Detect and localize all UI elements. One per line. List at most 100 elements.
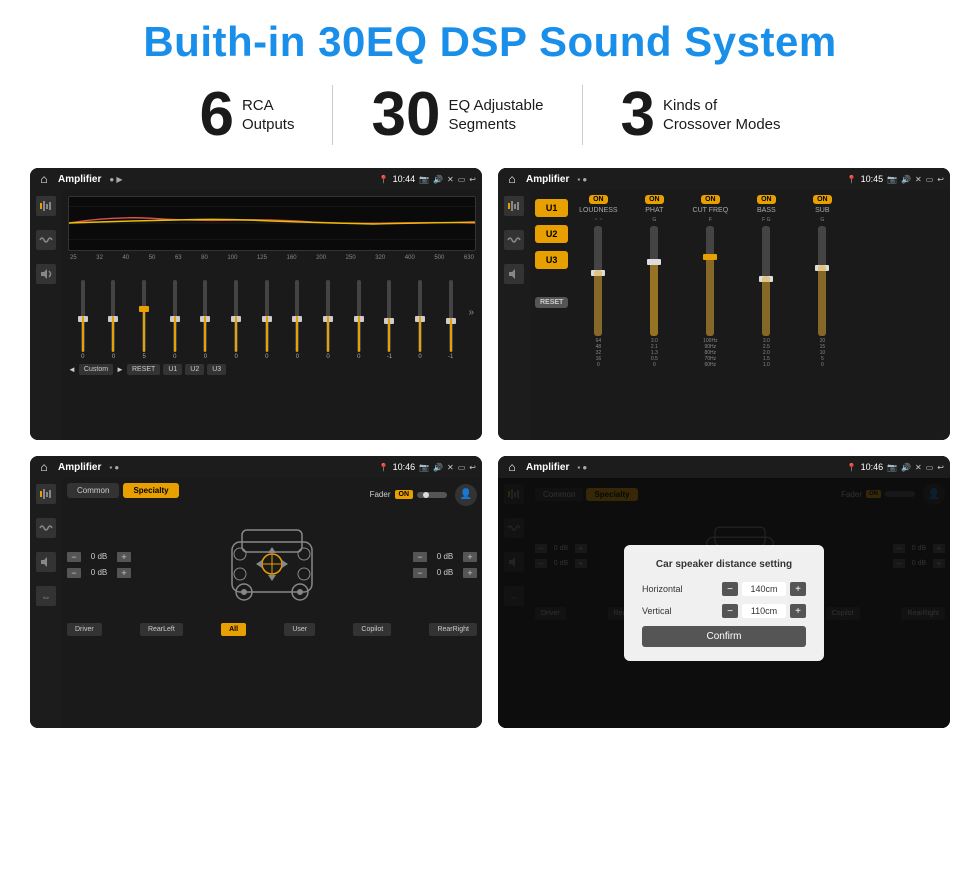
wave-icon-2[interactable]: [504, 230, 524, 250]
more-icon[interactable]: »: [469, 307, 475, 318]
eq-icon[interactable]: [36, 196, 56, 216]
cutfreq-on-badge[interactable]: ON: [701, 195, 720, 204]
custom-btn[interactable]: Custom: [79, 364, 113, 375]
back-icon-3[interactable]: ↩: [469, 463, 476, 472]
screen-amp: ⌂ Amplifier ▪ ● 📍 10:45 📷 🔊 ✕ ▭ ↩: [498, 168, 950, 440]
battery-icon-4: ▭: [926, 463, 934, 472]
eq-slider-6[interactable]: 0: [223, 280, 249, 360]
u3-button[interactable]: U3: [535, 251, 568, 269]
screen3-top-row: Common Specialty Fader ON 👤: [67, 483, 477, 506]
u3-btn[interactable]: U3: [207, 364, 226, 375]
reset-button[interactable]: RESET: [535, 297, 568, 308]
reset-btn[interactable]: RESET: [127, 364, 160, 375]
wave-icon[interactable]: [36, 230, 56, 250]
vertical-minus[interactable]: −: [722, 604, 738, 618]
vertical-plus[interactable]: +: [790, 604, 806, 618]
back-icon-1[interactable]: ↩: [469, 175, 476, 184]
screen2-dots: ▪ ●: [577, 175, 587, 184]
confirm-button[interactable]: Confirm: [642, 626, 806, 647]
speaker-icon-3[interactable]: [36, 552, 56, 572]
bass-slider[interactable]: [762, 226, 770, 336]
eq-slider-7[interactable]: 0: [254, 280, 280, 360]
eq-slider-2[interactable]: 0: [101, 280, 127, 360]
speaker-icon[interactable]: [36, 264, 56, 284]
channel-sub: ON SUB G 20 15 10 5: [797, 195, 847, 368]
dialog-box: Car speaker distance setting Horizontal …: [624, 545, 824, 661]
back-icon-2[interactable]: ↩: [937, 175, 944, 184]
channel-cutfreq: ON CUT FREQ F 100Hz 90Hz 80Hz 70: [685, 195, 735, 368]
stat-crossover-number: 3: [621, 84, 655, 146]
tab-specialty[interactable]: Specialty: [123, 483, 178, 498]
eq-slider-12[interactable]: 0: [407, 280, 433, 360]
s3-right-vol: − 0 dB + − 0 dB +: [413, 512, 477, 617]
home-icon-3[interactable]: ⌂: [36, 459, 52, 475]
eq-slider-9[interactable]: 0: [315, 280, 341, 360]
speaker-icon-2[interactable]: [504, 264, 524, 284]
status-bar-4: ⌂ Amplifier ▪ ● 📍 10:46 📷 🔊 ✕ ▭ ↩: [498, 456, 950, 478]
back-icon-4[interactable]: ↩: [937, 463, 944, 472]
svg-text:⇔: ⇔: [41, 592, 51, 603]
home-icon-1[interactable]: ⌂: [36, 171, 52, 187]
eq-label-630: 630: [464, 255, 474, 261]
eq-slider-1[interactable]: 0: [70, 280, 96, 360]
vol-rr-plus[interactable]: +: [463, 568, 477, 578]
horizontal-minus[interactable]: −: [722, 582, 738, 596]
screen2-statusbar-right: 📍 10:45 📷 🔊 ✕ ▭ ↩: [847, 174, 944, 184]
channel-bass: ON BASS F G 3.0 2.5 2.0 1.5: [741, 195, 791, 368]
eq-slider-10[interactable]: 0: [346, 280, 372, 360]
horizontal-plus[interactable]: +: [790, 582, 806, 596]
eq-slider-11[interactable]: -1: [377, 280, 403, 360]
vol-rl-plus[interactable]: +: [117, 568, 131, 578]
driver-btn[interactable]: Driver: [67, 623, 102, 636]
screen3-main: Common Specialty Fader ON 👤: [62, 478, 482, 728]
home-icon-4[interactable]: ⌂: [504, 459, 520, 475]
screen4-body: ⇔ Common Specialty Fader ON 👤: [498, 478, 950, 728]
fader-slider[interactable]: [417, 492, 447, 498]
tab-common[interactable]: Common: [67, 483, 119, 498]
user-btn[interactable]: User: [284, 623, 315, 636]
loudness-slider[interactable]: [594, 226, 602, 336]
play-next-icon[interactable]: ►: [116, 365, 124, 374]
sub-on-badge[interactable]: ON: [813, 195, 832, 204]
u1-button[interactable]: U1: [535, 199, 568, 217]
eq-slider-3[interactable]: 5: [131, 280, 157, 360]
stat-crossover-text: Kinds ofCrossover Modes: [663, 96, 781, 135]
eq-icon-3[interactable]: [36, 484, 56, 504]
arrows-icon-3[interactable]: ⇔: [36, 586, 56, 606]
play-prev-icon[interactable]: ◄: [68, 365, 76, 374]
bass-on-badge[interactable]: ON: [757, 195, 776, 204]
eq-label-400: 400: [405, 255, 415, 261]
sub-slider[interactable]: [818, 226, 826, 336]
phat-on-badge[interactable]: ON: [645, 195, 664, 204]
cutfreq-slider[interactable]: [706, 226, 714, 336]
home-icon-2[interactable]: ⌂: [504, 171, 520, 187]
eq-icon-2[interactable]: [504, 196, 524, 216]
eq-slider-8[interactable]: 0: [285, 280, 311, 360]
rearright-btn[interactable]: RearRight: [429, 623, 477, 636]
eq-graph: [68, 196, 476, 251]
u1-btn[interactable]: U1: [163, 364, 182, 375]
screen4-statusbar-right: 📍 10:46 📷 🔊 ✕ ▭ ↩: [847, 462, 944, 472]
location-icon-2: 📍: [847, 175, 857, 184]
vol-fl-minus[interactable]: −: [67, 552, 81, 562]
phat-slider[interactable]: [650, 226, 658, 336]
loudness-on-badge[interactable]: ON: [589, 195, 608, 204]
vol-fr-minus[interactable]: −: [413, 552, 427, 562]
eq-slider-13[interactable]: -1: [438, 280, 464, 360]
vol-rl-minus[interactable]: −: [67, 568, 81, 578]
vol-fl-plus[interactable]: +: [117, 552, 131, 562]
eq-slider-5[interactable]: 0: [193, 280, 219, 360]
eq-label-100: 100: [227, 255, 237, 261]
copilot-btn[interactable]: Copilot: [353, 623, 391, 636]
u2-button[interactable]: U2: [535, 225, 568, 243]
wave-icon-3[interactable]: [36, 518, 56, 538]
rearleft-btn[interactable]: RearLeft: [140, 623, 183, 636]
u2-btn[interactable]: U2: [185, 364, 204, 375]
all-btn[interactable]: All: [221, 623, 246, 636]
vol-fr-plus[interactable]: +: [463, 552, 477, 562]
user-avatar[interactable]: 👤: [455, 484, 477, 506]
location-icon-3: 📍: [379, 463, 389, 472]
fader-on-badge[interactable]: ON: [395, 490, 414, 499]
vol-rr-minus[interactable]: −: [413, 568, 427, 578]
eq-slider-4[interactable]: 0: [162, 280, 188, 360]
